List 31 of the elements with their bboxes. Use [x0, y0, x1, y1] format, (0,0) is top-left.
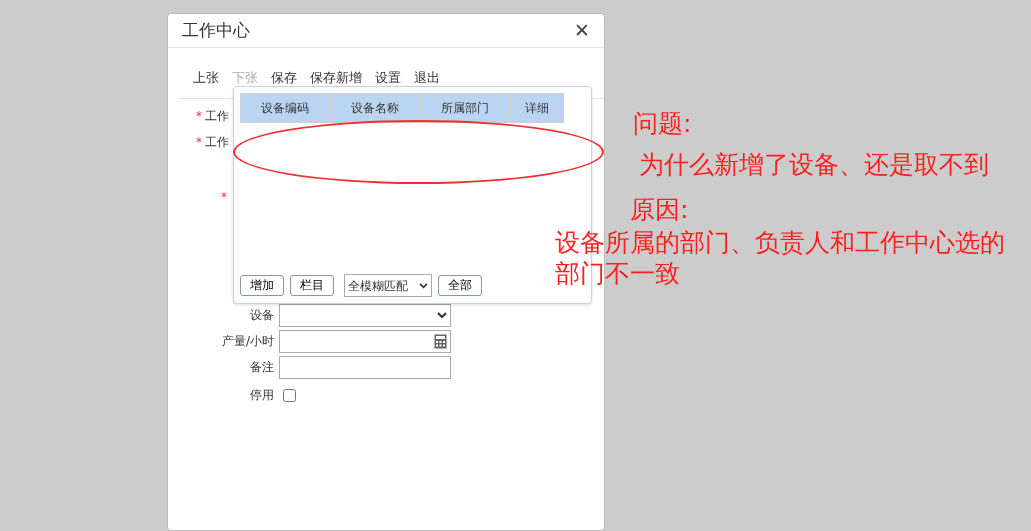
annotation-text: 设备所属的部门、负责人和工作中心选的部门不一致	[555, 227, 1006, 289]
field-label: 工作	[205, 108, 229, 125]
field-label: 产量/小时	[220, 333, 275, 350]
required-mark: *	[196, 134, 202, 151]
match-select[interactable]: 全模糊匹配	[344, 274, 432, 297]
checkbox[interactable]	[283, 388, 296, 402]
annotation-text: 问题:	[633, 108, 693, 139]
popup-button[interactable]: 栏目	[290, 275, 334, 296]
column-header: 所属部门	[420, 93, 510, 123]
chevron-down-icon	[437, 311, 447, 319]
field-label: 设备	[249, 307, 275, 324]
chevron-down-icon	[419, 282, 428, 289]
window-title: 工作中心	[182, 18, 250, 42]
annotation-text: 为什么新增了设备、还是取不到	[639, 149, 990, 180]
popup-button[interactable]: 增加	[240, 275, 284, 296]
required-mark: *	[196, 108, 202, 125]
close-button[interactable]: ✕	[574, 16, 590, 45]
text-field[interactable]	[279, 355, 451, 379]
number-field[interactable]	[279, 329, 451, 353]
all-button[interactable]: 全部	[438, 275, 482, 296]
field-label: 工作	[205, 134, 229, 151]
toolbar-button[interactable]: 上张	[193, 57, 219, 98]
required-mark: *	[221, 189, 227, 206]
field-label: 停用	[249, 387, 275, 404]
column-header: 设备编码	[240, 93, 330, 123]
select-field[interactable]	[279, 303, 451, 327]
field-label: 备注	[249, 359, 275, 376]
annotation-text: 原因:	[630, 194, 690, 225]
calculator-icon[interactable]	[434, 333, 447, 349]
column-header: 详细	[510, 93, 564, 123]
column-header: 设备名称	[330, 93, 420, 123]
